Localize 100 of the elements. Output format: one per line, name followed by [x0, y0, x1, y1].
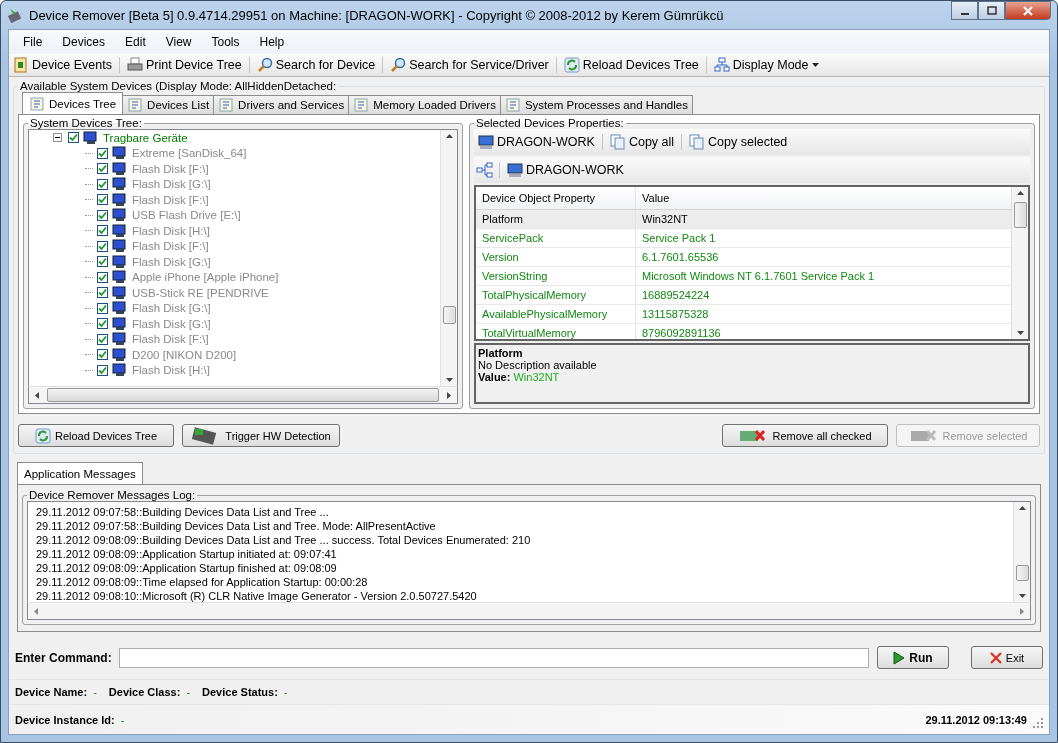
tree-item[interactable]: Flash Disk [H:\]: [132, 364, 210, 377]
breadcrumb-item[interactable]: DRAGON-WORK: [505, 161, 626, 179]
tab[interactable]: Memory Loaded Drivers: [348, 95, 501, 114]
action-button[interactable]: Trigger HW Detection: [182, 424, 340, 447]
tab[interactable]: Devices List: [122, 95, 215, 114]
tree-item[interactable]: Tragbare Geräte: [103, 131, 188, 144]
checkbox[interactable]: [97, 240, 108, 252]
scroll-thumb[interactable]: [1015, 565, 1029, 581]
monitor-icon: [112, 316, 128, 331]
resize-grip[interactable]: [1033, 718, 1043, 728]
maximize-button[interactable]: [978, 1, 1005, 20]
checkbox[interactable]: [97, 287, 108, 299]
log-line: 29.11.2012 09:07:58::Building Devices Data List and Tree. Mode: AllPresentActive: [36, 519, 437, 533]
toolbar-button[interactable]: Device Events: [11, 56, 114, 74]
toolbar-button[interactable]: DRAGON-WORK: [476, 133, 597, 151]
column-header[interactable]: Value: [636, 192, 1011, 204]
scrollbar[interactable]: [440, 130, 457, 386]
menu-item[interactable]: File: [13, 33, 53, 51]
command-field[interactable]: [119, 647, 869, 668]
table-row[interactable]: ServicePack Service Pack 1: [476, 229, 1011, 248]
scroll-thumb[interactable]: [442, 306, 456, 324]
tree-item[interactable]: D200 [NIKON D200]: [132, 348, 237, 361]
tree-item[interactable]: Flash Disk [F:\]: [132, 333, 209, 346]
scrollbar[interactable]: [28, 386, 458, 404]
scroll-right-icon[interactable]: [447, 391, 451, 399]
menu-item[interactable]: View: [155, 33, 202, 51]
toolbar-button[interactable]: Print Device Tree: [124, 56, 244, 74]
table-row[interactable]: Platform Win32NT: [476, 210, 1011, 229]
scroll-thumb[interactable]: [1013, 202, 1027, 228]
checkbox[interactable]: [97, 256, 108, 268]
checkbox[interactable]: [97, 163, 108, 175]
action-button[interactable]: Remove all checked: [722, 424, 888, 447]
monitor-icon: [112, 363, 128, 378]
toolbar-button[interactable]: Search for Service/Driver: [388, 56, 551, 74]
menu-item[interactable]: Edit: [115, 33, 156, 51]
tree-item[interactable]: USB Flash Drive [E:\]: [132, 209, 241, 222]
checkbox[interactable]: [97, 178, 108, 190]
tree-item[interactable]: Apple iPhone [Apple iPhone]: [132, 271, 279, 284]
tab[interactable]: Application Messages: [17, 462, 143, 484]
menu-item[interactable]: Devices: [52, 33, 116, 51]
toolbar-button[interactable]: Copy all: [607, 133, 677, 151]
tree-item[interactable]: Flash Disk [G:\]: [132, 178, 211, 191]
checkbox[interactable]: [97, 318, 108, 330]
close-button[interactable]: [1005, 1, 1051, 20]
checkbox[interactable]: [97, 349, 108, 361]
toolbar-button[interactable]: Reload Devices Tree: [561, 56, 701, 74]
toolbar-button[interactable]: Copy selected: [687, 133, 790, 151]
scroll-up-icon[interactable]: [1016, 191, 1024, 195]
tree-item[interactable]: Flash Disk [F:\]: [132, 193, 209, 206]
tree-item[interactable]: Flash Disk [G:\]: [132, 302, 211, 315]
scroll-down-icon[interactable]: [445, 378, 453, 382]
scroll-up-icon[interactable]: [445, 134, 453, 138]
column-header[interactable]: Device Object Property: [476, 187, 636, 209]
toolbar-button[interactable]: Search for Device: [254, 56, 378, 74]
checkbox[interactable]: [97, 147, 108, 159]
table-row[interactable]: TotalPhysicalMemory 16889524224: [476, 286, 1011, 305]
tree-item[interactable]: Flash Disk [F:\]: [132, 240, 209, 253]
description-title: Platform: [478, 347, 524, 359]
exit-button[interactable]: Exit: [971, 646, 1043, 669]
tab[interactable]: Drivers and Services: [213, 95, 350, 114]
checkbox[interactable]: [97, 364, 108, 376]
checkbox[interactable]: [97, 271, 108, 283]
hierarchy-icon[interactable]: [476, 162, 494, 178]
scroll-up-icon[interactable]: [1018, 506, 1026, 510]
checkbox[interactable]: [97, 209, 108, 221]
checkbox[interactable]: [97, 333, 108, 345]
run-button[interactable]: Run: [877, 646, 949, 669]
tree-item[interactable]: Flash Disk [G:\]: [132, 255, 211, 268]
menu-item[interactable]: Help: [249, 33, 295, 51]
toolbar-dropdown[interactable]: Display Mode: [711, 56, 821, 74]
tab[interactable]: System Processes and Handles: [499, 95, 693, 114]
table-cell: TotalPhysicalMemory: [476, 286, 636, 304]
collapse-toggle[interactable]: [53, 133, 62, 143]
table-cell-text: Microsoft Windows NT 6.1.7601 Service Pack 1: [641, 270, 876, 282]
tree-item[interactable]: Flash Disk [G:\]: [132, 317, 211, 330]
tree-item[interactable]: Flash Disk [F:\]: [132, 162, 209, 175]
scroll-down-icon[interactable]: [1018, 594, 1026, 598]
checkbox[interactable]: [97, 225, 108, 237]
table-cell-text: 16889524224: [641, 289, 711, 301]
action-button[interactable]: Reload Devices Tree: [18, 424, 174, 447]
tree-item[interactable]: Flash Disk [H:\]: [132, 224, 210, 237]
table-row[interactable]: AvailablePhysicalMemory 13115875328: [476, 305, 1011, 324]
scroll-left-icon[interactable]: [35, 391, 39, 399]
table-cell: Platform: [476, 210, 636, 228]
scroll-down-icon[interactable]: [1016, 331, 1024, 335]
tab[interactable]: Devices Tree: [22, 92, 124, 114]
table-row[interactable]: VersionString Microsoft Windows NT 6.1.7601 Service Pack 1: [476, 267, 1011, 286]
checkbox[interactable]: [68, 132, 79, 144]
tree-item[interactable]: Extreme [SanDisk_64]: [132, 147, 247, 160]
list-icon: [218, 97, 235, 113]
minimize-button[interactable]: [951, 1, 978, 20]
scrollbar[interactable]: [1013, 502, 1030, 602]
monitor-icon: [112, 177, 128, 192]
checkbox[interactable]: [97, 194, 108, 206]
scroll-thumb[interactable]: [47, 388, 439, 402]
checkbox[interactable]: [97, 302, 108, 314]
scrollbar[interactable]: [1011, 187, 1028, 339]
table-row[interactable]: Version 6.1.7601.65536: [476, 248, 1011, 267]
table-cell: ServicePack: [476, 229, 636, 247]
menu-item[interactable]: Tools: [201, 33, 250, 51]
